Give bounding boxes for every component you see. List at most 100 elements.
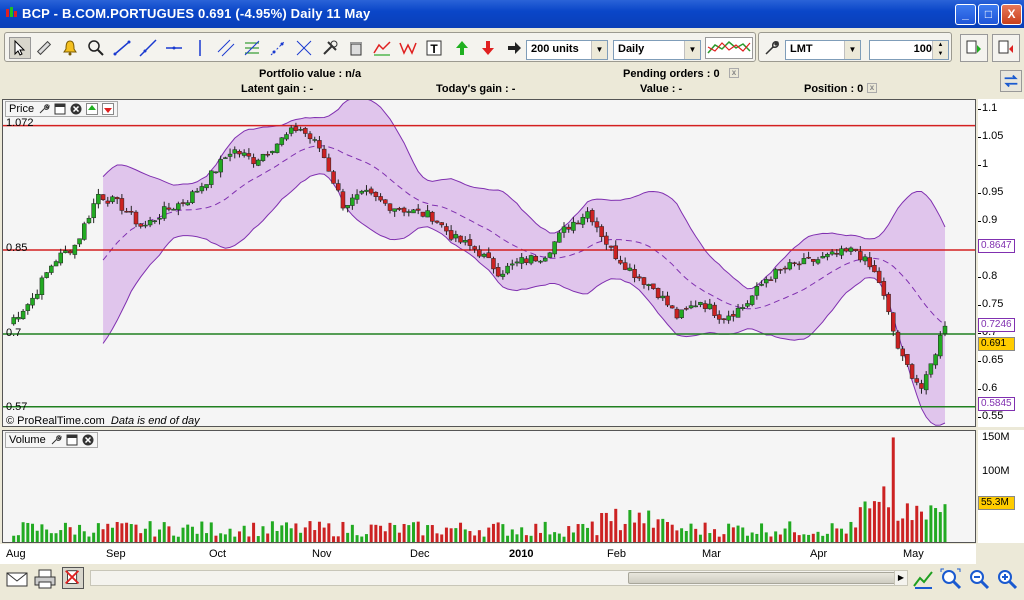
vertical-line-icon[interactable] <box>189 37 211 59</box>
time-scrollbar[interactable] <box>90 570 908 586</box>
price-move-up-icon[interactable] <box>86 103 99 115</box>
candle-body <box>39 277 45 295</box>
time-axis[interactable]: Aug Sep Oct Nov Dec 2010 Feb Mar Apr May <box>0 544 976 564</box>
units-select[interactable]: 200 units ▼ <box>526 40 608 60</box>
zoom-out-icon[interactable] <box>968 568 990 590</box>
volume-bar <box>459 522 463 542</box>
volume-bar <box>557 533 561 542</box>
price-tick: 0.75 <box>982 298 1004 310</box>
volume-bar <box>430 525 434 542</box>
trendline-icon[interactable] <box>111 37 133 59</box>
email-icon[interactable] <box>6 570 28 588</box>
volume-bar <box>661 518 665 542</box>
candle-body <box>373 191 379 197</box>
ray-line-icon[interactable] <box>137 37 159 59</box>
position-clear-icon[interactable]: x <box>867 83 877 93</box>
order-list-icon[interactable] <box>992 34 1020 62</box>
volume-bar <box>247 536 251 542</box>
price-move-down-icon[interactable] <box>102 103 115 115</box>
scroll-thumb[interactable] <box>628 572 898 584</box>
pointer-tool-icon[interactable] <box>9 37 31 59</box>
candle-body <box>265 153 270 156</box>
delete-trash-icon[interactable] <box>345 37 367 59</box>
volume-bar <box>242 525 246 542</box>
price-chart[interactable] <box>3 100 976 427</box>
parallel-lines-icon[interactable] <box>267 37 289 59</box>
order-ticket-icon[interactable] <box>960 34 988 62</box>
print-icon[interactable] <box>34 569 56 589</box>
pattern-icon[interactable] <box>397 37 419 59</box>
candle-body <box>209 170 214 185</box>
volume-settings-wrench-icon[interactable] <box>50 434 62 446</box>
candle-body <box>30 297 35 306</box>
price-tick: 0.6 <box>982 382 998 394</box>
price-close-icon[interactable] <box>70 103 82 115</box>
candle-body <box>886 293 891 313</box>
volume-close-icon[interactable] <box>82 434 94 446</box>
volume-bar <box>463 529 467 542</box>
zoom-in-icon[interactable] <box>996 568 1018 590</box>
volume-window-icon[interactable] <box>66 434 78 446</box>
scroll-right-icon[interactable]: ▶ <box>894 570 908 586</box>
candle-body <box>105 200 111 204</box>
alert-bell-icon[interactable] <box>59 37 81 59</box>
volume-bar <box>736 525 740 542</box>
volume-bar <box>802 534 806 542</box>
close-button[interactable]: X <box>1001 4 1022 25</box>
price-tick: 0.9 <box>982 214 998 226</box>
volume-bar <box>78 524 82 542</box>
candle-body <box>340 191 346 209</box>
volume-chart[interactable] <box>3 431 976 543</box>
candle-body <box>599 226 604 238</box>
candle-body <box>350 197 355 206</box>
candle-body <box>34 293 40 299</box>
ruler-icon[interactable] <box>33 37 55 59</box>
volume-bar <box>125 522 129 542</box>
pending-orders-clear-icon[interactable]: x <box>729 68 739 78</box>
portfolio-info-bar: Portfolio value : n/a Latent gain : - To… <box>0 66 1024 98</box>
cross-lines-icon[interactable] <box>293 37 315 59</box>
candle-body <box>759 283 764 286</box>
autoscroll-icon[interactable] <box>912 568 934 590</box>
volume-bar <box>289 528 293 542</box>
volume-bar <box>153 536 157 542</box>
fibonacci-icon[interactable] <box>241 37 263 59</box>
price-window-icon[interactable] <box>54 103 66 115</box>
order-type-select[interactable]: LMT ▼ <box>785 40 861 60</box>
sync-arrows-icon[interactable] <box>1000 70 1022 92</box>
wrench-icon[interactable] <box>761 37 783 59</box>
line-chart-type-icon[interactable] <box>371 37 393 59</box>
zoom-tool-icon[interactable] <box>85 37 107 59</box>
arrow-right-icon[interactable] <box>503 37 525 59</box>
candle-body <box>806 256 811 259</box>
maximize-button[interactable]: □ <box>978 4 999 25</box>
price-settings-wrench-icon[interactable] <box>38 103 50 115</box>
cancel-orders-icon[interactable] <box>62 567 84 589</box>
minimize-button[interactable]: _ <box>955 4 976 25</box>
volume-bar <box>778 534 782 542</box>
buy-arrow-icon[interactable] <box>451 37 473 59</box>
period-select[interactable]: Daily ▼ <box>613 40 701 60</box>
horizontal-line-icon[interactable] <box>163 37 185 59</box>
zoom-fit-icon[interactable] <box>940 568 962 590</box>
volume-axis[interactable]: 150M 100M <box>978 430 1024 543</box>
channel-icon[interactable] <box>215 37 237 59</box>
quantity-stepper[interactable]: 100 ▲ ▼ <box>869 40 949 60</box>
tools-icon[interactable] <box>319 37 341 59</box>
month-label: Aug <box>6 548 26 560</box>
window-title: BCP - B.COM.PORTUGUES 0.691 (-4.95%) Dai… <box>22 6 371 21</box>
candle-body <box>368 188 374 194</box>
indicators-icon[interactable] <box>705 37 753 59</box>
volume-panel[interactable]: Volume <box>2 430 976 543</box>
candle-body <box>331 171 336 184</box>
level-label-085: 0.85 <box>6 242 28 254</box>
text-tool-icon[interactable]: T <box>423 37 445 59</box>
candle-body <box>430 211 435 222</box>
volume-bar <box>637 512 641 542</box>
sell-arrow-icon[interactable] <box>477 37 499 59</box>
candle-body <box>194 190 200 193</box>
price-panel[interactable]: Price 1.072 0.85 0.7 0.57 © ProRealTime.… <box>2 99 976 427</box>
price-axis[interactable]: 1.11.0510.950.90.850.80.750.70.650.60.55 <box>978 99 1024 427</box>
volume-bar <box>12 535 16 542</box>
volume-bar <box>745 535 749 542</box>
